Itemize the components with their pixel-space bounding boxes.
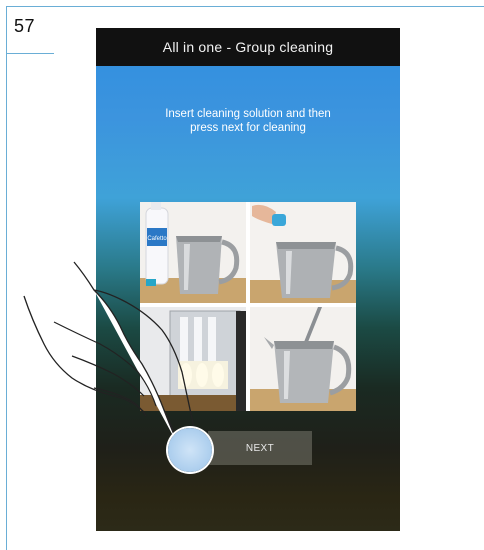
- next-button-label: NEXT: [245, 442, 275, 454]
- manual-page: 57 All in one - Group cleaning Insert cl…: [0, 0, 484, 550]
- instruction-line-2: press next for cleaning: [190, 122, 306, 134]
- tap-indicator-icon: [168, 428, 212, 472]
- screen-title: All in one - Group cleaning: [162, 39, 334, 55]
- cleaning-bottle-and-pitcher-photo: Cafetto: [140, 202, 246, 303]
- instruction-text: Insert cleaning solution and then press …: [96, 107, 400, 135]
- device-screen: All in one - Group cleaning Insert clean…: [96, 28, 400, 531]
- pitcher-with-spout-photo: [250, 307, 356, 411]
- screen-title-bar: All in one - Group cleaning: [96, 28, 400, 66]
- cleaning-photo-grid: Cafetto: [140, 202, 356, 411]
- page-number: 57: [14, 16, 36, 36]
- page-left-rule: [6, 6, 7, 550]
- tablet-into-pitcher-photo: [250, 202, 356, 303]
- instruction-line-1: Insert cleaning solution and then: [165, 108, 331, 120]
- next-button[interactable]: NEXT: [208, 431, 312, 465]
- bottle-label: Cafetto: [147, 236, 167, 242]
- page-top-rule: [6, 6, 484, 7]
- machine-milk-bottles-photo: [140, 307, 246, 411]
